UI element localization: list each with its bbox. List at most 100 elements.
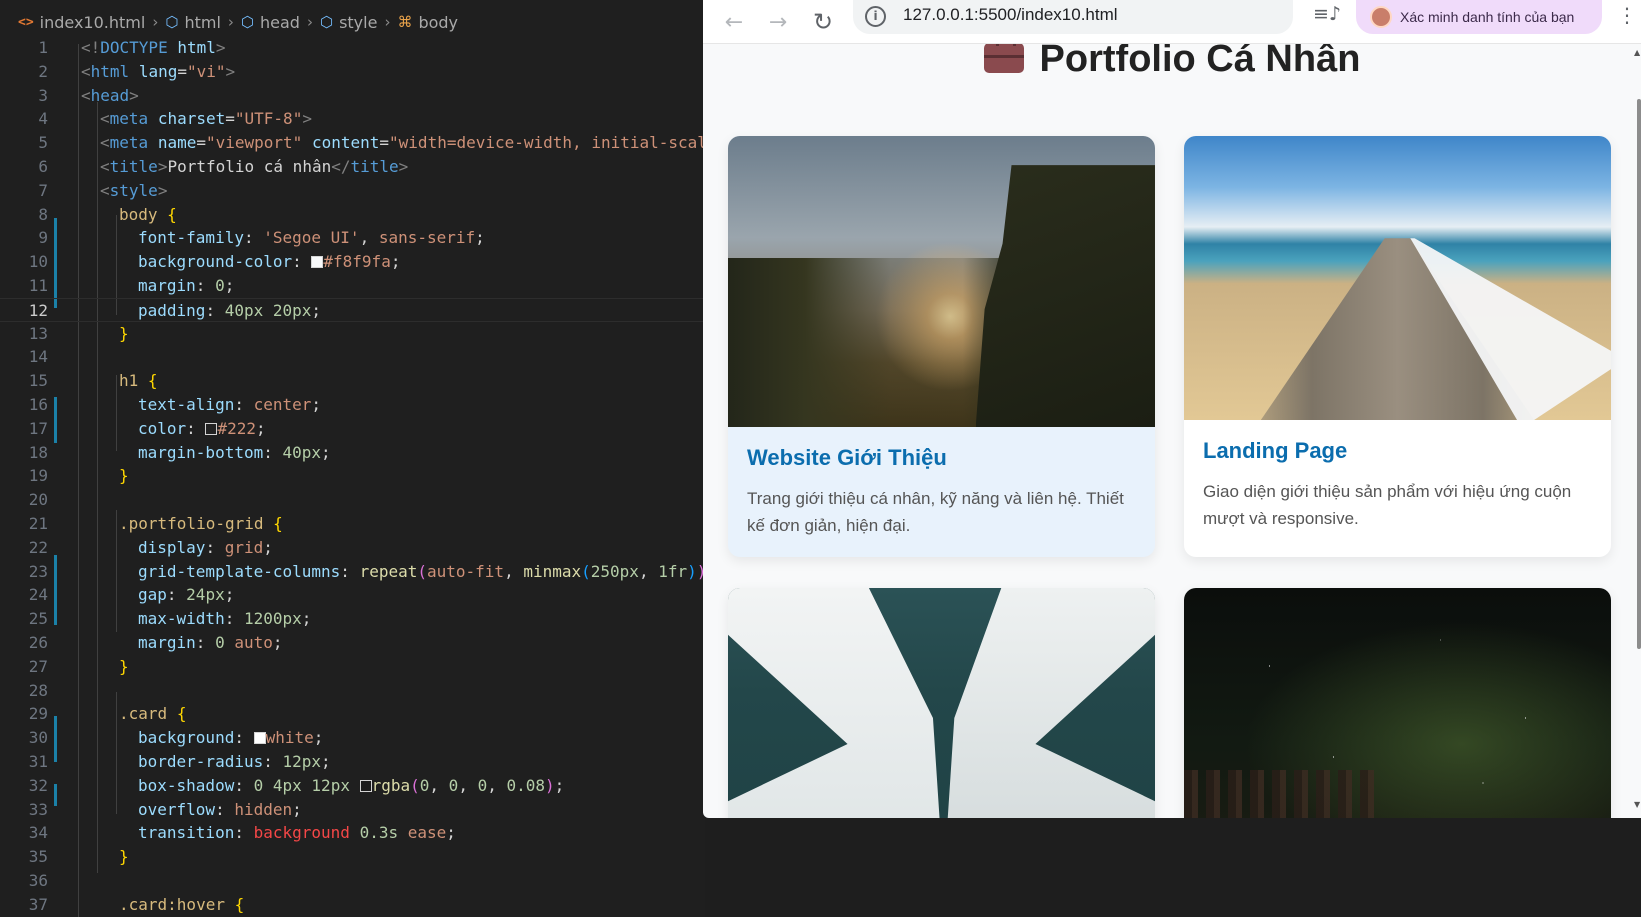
code-text[interactable]: <style> bbox=[100, 179, 167, 203]
breadcrumb-label: head bbox=[260, 12, 300, 32]
element-icon: ⬡ bbox=[165, 13, 179, 31]
code-text[interactable]: gap: 24px; bbox=[138, 583, 234, 607]
code-text[interactable]: font-family: 'Segoe UI', sans-serif; bbox=[138, 226, 485, 250]
code-text[interactable]: <meta name="viewport" content="width=dev… bbox=[100, 131, 705, 155]
code-line[interactable]: 32 box-shadow: 0 4px 12px rgba(0, 0, 0, 0… bbox=[0, 774, 705, 798]
code-text[interactable]: grid-template-columns: repeat(auto-fit, … bbox=[138, 560, 705, 584]
code-line[interactable]: 1 <!DOCTYPE html> bbox=[0, 36, 705, 60]
code-line[interactable]: 22 display: grid; bbox=[0, 536, 705, 560]
code-area[interactable]: 1 <!DOCTYPE html> 2 <html lang="vi"> 3 <head>… bbox=[0, 36, 705, 916]
code-text[interactable]: .card { bbox=[119, 702, 186, 726]
line-number: 28 bbox=[28, 680, 48, 700]
code-line[interactable]: 20 bbox=[0, 488, 705, 512]
back-button[interactable]: ← bbox=[716, 4, 752, 40]
code-text[interactable]: margin: 0; bbox=[138, 274, 234, 298]
css-selector-icon: ⌘ bbox=[397, 13, 413, 31]
portfolio-card[interactable]: Website Giới Thiệu Trang giới thiệu cá n… bbox=[728, 136, 1155, 557]
code-text[interactable]: } bbox=[119, 845, 129, 869]
code-text[interactable]: margin: 0 auto; bbox=[138, 631, 283, 655]
profile-button[interactable]: Xác minh danh tính của bạn bbox=[1356, 0, 1602, 34]
code-line[interactable]: 34 transition: background 0.3s ease; bbox=[0, 821, 705, 845]
code-text[interactable]: overflow: hidden; bbox=[138, 798, 302, 822]
media-controls-icon[interactable]: ≡♪ bbox=[1313, 3, 1341, 25]
line-number: 26 bbox=[28, 632, 48, 652]
code-text[interactable]: padding: 40px 20px; bbox=[138, 299, 321, 323]
scroll-down-arrow-icon[interactable]: ▼ bbox=[1634, 800, 1640, 809]
code-line[interactable]: 8 body { bbox=[0, 203, 705, 227]
code-line[interactable]: 9 font-family: 'Segoe UI', sans-serif; bbox=[0, 226, 705, 250]
reload-button[interactable]: ↻ bbox=[805, 4, 841, 40]
code-line[interactable]: 24 gap: 24px; bbox=[0, 583, 705, 607]
code-line[interactable]: 37 .card:hover { bbox=[0, 893, 705, 917]
scrollbar-thumb[interactable] bbox=[1637, 99, 1641, 649]
breadcrumb-item-file[interactable]: <> index10.html bbox=[18, 13, 145, 32]
code-line[interactable]: 36 bbox=[0, 869, 705, 893]
portfolio-card[interactable]: Landing Page Giao diện giới thiệu sản ph… bbox=[1184, 136, 1611, 557]
code-text[interactable]: <title>Portfolio cá nhân</title> bbox=[100, 155, 408, 179]
code-text[interactable]: color: #222; bbox=[138, 417, 266, 441]
code-text[interactable]: max-width: 1200px; bbox=[138, 607, 311, 631]
code-text[interactable]: h1 { bbox=[119, 369, 158, 393]
code-text[interactable]: border-radius: 12px; bbox=[138, 750, 331, 774]
code-text[interactable]: <html lang="vi"> bbox=[81, 60, 235, 84]
code-text[interactable]: } bbox=[119, 655, 129, 679]
code-text[interactable]: margin-bottom: 40px; bbox=[138, 441, 331, 465]
code-line[interactable]: 31 border-radius: 12px; bbox=[0, 750, 705, 774]
code-line[interactable]: 5 <meta name="viewport" content="width=de… bbox=[0, 131, 705, 155]
code-line[interactable]: 35} bbox=[0, 845, 705, 869]
code-editor[interactable]: <> index10.html › ⬡ html › ⬡ head › ⬡ st… bbox=[0, 0, 705, 917]
code-line[interactable]: 27} bbox=[0, 655, 705, 679]
code-line[interactable]: 25 max-width: 1200px; bbox=[0, 607, 705, 631]
breadcrumb-item-html[interactable]: ⬡ html bbox=[165, 13, 221, 32]
code-line[interactable]: 21 .portfolio-grid { bbox=[0, 512, 705, 536]
url-text[interactable]: 127.0.0.1:5500/index10.html bbox=[903, 5, 1118, 25]
page-viewport[interactable]: Portfolio Cá Nhân Website Giới Thiệu Tra… bbox=[703, 44, 1641, 818]
code-line[interactable]: 2 <html lang="vi"> bbox=[0, 60, 705, 84]
code-line[interactable]: 10 background-color: #f8f9fa; bbox=[0, 250, 705, 274]
code-text[interactable]: box-shadow: 0 4px 12px rgba(0, 0, 0, 0.0… bbox=[138, 774, 564, 798]
code-text[interactable]: transition: background 0.3s ease; bbox=[138, 821, 456, 845]
line-number: 33 bbox=[28, 799, 48, 819]
code-text[interactable]: display: grid; bbox=[138, 536, 273, 560]
code-text[interactable]: } bbox=[119, 322, 129, 346]
code-line[interactable]: 6 <title>Portfolio cá nhân</title> bbox=[0, 155, 705, 179]
code-text[interactable]: background-color: #f8f9fa; bbox=[138, 250, 400, 274]
code-line[interactable]: 26 margin: 0 auto; bbox=[0, 631, 705, 655]
scroll-up-arrow-icon[interactable]: ▲ bbox=[1634, 48, 1640, 57]
code-line[interactable]: 13} bbox=[0, 322, 705, 346]
code-line[interactable]: 23 grid-template-columns: repeat(auto-fit… bbox=[0, 560, 705, 584]
code-line[interactable]: 29 .card { bbox=[0, 702, 705, 726]
address-bar[interactable]: i 127.0.0.1:5500/index10.html ☆ bbox=[853, 0, 1417, 34]
code-line[interactable]: 14 bbox=[0, 345, 705, 369]
portfolio-card[interactable] bbox=[728, 588, 1155, 818]
code-line[interactable]: 12 padding: 40px 20px; bbox=[0, 297, 705, 323]
code-text[interactable]: background: white; bbox=[138, 726, 323, 750]
code-text[interactable]: <!DOCTYPE html> bbox=[81, 36, 226, 60]
code-line[interactable]: 7 <style> bbox=[0, 179, 705, 203]
code-line[interactable]: 30 background: white; bbox=[0, 726, 705, 750]
breadcrumb-item-head[interactable]: ⬡ head bbox=[241, 13, 300, 32]
forward-button[interactable]: → bbox=[760, 4, 796, 40]
code-text[interactable]: <head> bbox=[81, 84, 139, 108]
code-line[interactable]: 4 <meta charset="UTF-8"> bbox=[0, 107, 705, 131]
code-line[interactable]: 33 overflow: hidden; bbox=[0, 798, 705, 822]
site-info-icon[interactable]: i bbox=[865, 6, 886, 27]
breadcrumb-item-style[interactable]: ⬡ style bbox=[320, 13, 377, 32]
code-text[interactable]: .card:hover { bbox=[119, 893, 244, 917]
code-line[interactable]: 16 text-align: center; bbox=[0, 393, 705, 417]
code-text[interactable]: <meta charset="UTF-8"> bbox=[100, 107, 312, 131]
portfolio-card[interactable] bbox=[1184, 588, 1611, 818]
code-line[interactable]: 19} bbox=[0, 464, 705, 488]
code-line[interactable]: 11 margin: 0; bbox=[0, 274, 705, 298]
code-line[interactable]: 3 <head> bbox=[0, 84, 705, 108]
code-line[interactable]: 18 margin-bottom: 40px; bbox=[0, 441, 705, 465]
code-text[interactable]: } bbox=[119, 464, 129, 488]
code-text[interactable]: body { bbox=[119, 203, 177, 227]
code-text[interactable]: text-align: center; bbox=[138, 393, 321, 417]
more-menu-icon[interactable]: ⋮ bbox=[1617, 3, 1637, 27]
code-line[interactable]: 17 color: #222; bbox=[0, 417, 705, 441]
code-text[interactable]: .portfolio-grid { bbox=[119, 512, 283, 536]
breadcrumb-item-body[interactable]: ⌘ body bbox=[397, 13, 458, 32]
code-line[interactable]: 15 h1 { bbox=[0, 369, 705, 393]
code-line[interactable]: 28 bbox=[0, 679, 705, 703]
